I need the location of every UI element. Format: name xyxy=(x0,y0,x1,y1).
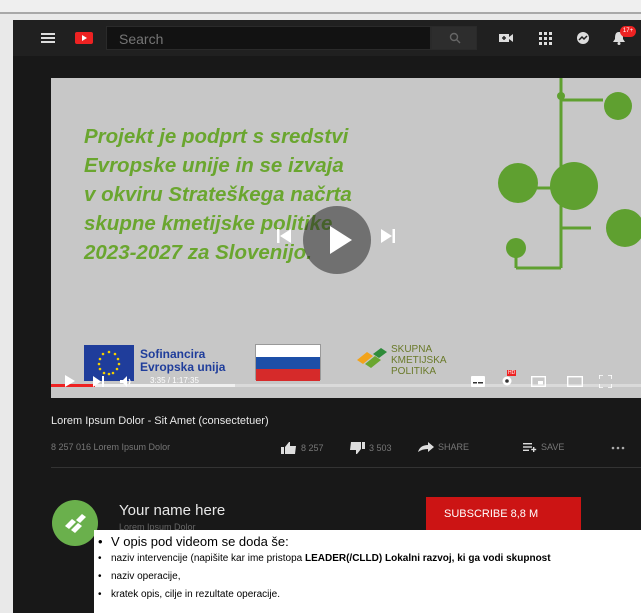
logo-icon[interactable] xyxy=(75,32,93,44)
video-app: 17+ Projekt je podprt s sredstvi Evropsk… xyxy=(13,20,641,613)
notification-badge: 17+ xyxy=(620,26,636,37)
channel-avatar[interactable] xyxy=(52,500,98,546)
settings-button[interactable]: HD xyxy=(500,370,517,392)
notes-item-bold: LEADER(/CLLD) Lokalni razvoj, ki ga vodi… xyxy=(304,553,551,564)
subtitles-icon[interactable] xyxy=(471,376,485,387)
theater-mode-icon[interactable] xyxy=(567,376,583,387)
eu-label-line2: Evropska unija xyxy=(140,360,226,374)
skp-logo-icon xyxy=(357,348,387,368)
notes-item: naziv operacije, xyxy=(94,568,641,586)
subscribe-button[interactable]: SUBSCRIBE 8,8 M xyxy=(426,497,581,531)
notes-item: kratek opis, cilje in rezultate operacij… xyxy=(94,586,641,604)
notes-box: V opis pod videom se doda še: naziv inte… xyxy=(94,530,641,613)
hd-badge: HD xyxy=(507,370,517,376)
slovenia-flag-icon xyxy=(255,344,321,381)
progress-bar[interactable] xyxy=(51,384,641,387)
thumbs-down-icon xyxy=(350,442,365,454)
sponsor-logos: Sofinancira Evropska unija SKUPNA KMETIJ… xyxy=(84,344,504,384)
more-icon[interactable] xyxy=(611,446,625,450)
next-icon[interactable] xyxy=(381,228,395,244)
skp-label: SKUPNA KMETIJSKA POLITIKA xyxy=(391,344,447,377)
time-display: 3:35 / 1:17:35 xyxy=(150,376,199,385)
apps-icon[interactable] xyxy=(537,31,553,45)
like-count: 8 257 xyxy=(301,443,324,453)
notes-item: naziv intervencije (napišite kar ime pri… xyxy=(94,550,641,568)
create-video-icon[interactable] xyxy=(498,31,514,45)
previous-icon[interactable] xyxy=(277,228,291,244)
fullscreen-icon[interactable] xyxy=(599,375,612,388)
video-meta: 8 257 016 Lorem Ipsum Dolor 8 257 3 503 … xyxy=(51,440,641,456)
top-header: 17+ xyxy=(13,20,641,56)
save-label: SAVE xyxy=(541,442,565,452)
play-icon[interactable] xyxy=(64,375,76,387)
search-box[interactable] xyxy=(106,26,431,51)
share-button[interactable]: SHARE xyxy=(418,442,469,452)
view-count: 8 257 016 Lorem Ipsum Dolor xyxy=(51,442,171,452)
share-label: SHARE xyxy=(438,442,470,452)
like-button[interactable]: 8 257 xyxy=(281,442,324,454)
slide-line: Evropske unije in se izvaja xyxy=(84,154,344,177)
video-title: Lorem Ipsum Dolor - Sit Amet (consectetu… xyxy=(51,415,269,427)
tree-graphic xyxy=(498,78,641,270)
volume-icon[interactable] xyxy=(120,376,134,387)
gear-icon xyxy=(502,376,512,386)
notes-heading: V opis pod videom se doda še: xyxy=(94,533,641,550)
dislike-button[interactable]: 3 503 xyxy=(349,442,392,454)
slide-line: Projekt je podprt s sredstvi xyxy=(84,125,349,148)
messages-icon[interactable] xyxy=(575,31,591,45)
search-button[interactable] xyxy=(431,26,477,50)
playlist-add-icon xyxy=(523,443,537,452)
channel-name[interactable]: Your name here xyxy=(119,502,225,519)
skp-line2: KMETIJSKA xyxy=(391,355,447,366)
eu-label: Sofinancira Evropska unija xyxy=(140,348,225,374)
top-strip xyxy=(0,0,641,14)
miniplayer-icon[interactable] xyxy=(531,376,546,387)
notes-item-text: naziv intervencije (napišite kar ime pri… xyxy=(111,553,305,564)
search-input[interactable] xyxy=(107,27,430,51)
play-button[interactable] xyxy=(303,206,371,274)
skp-line1: SKUPNA xyxy=(391,344,433,355)
video-player[interactable]: Projekt je podprt s sredstvi Evropske un… xyxy=(51,78,641,398)
thumbs-up-icon xyxy=(281,442,296,454)
dislike-count: 3 503 xyxy=(369,443,392,453)
divider xyxy=(51,467,641,468)
next-small-icon[interactable] xyxy=(93,376,105,387)
menu-icon[interactable] xyxy=(41,33,55,43)
search-icon xyxy=(449,32,461,44)
channel-logo-icon xyxy=(65,514,86,533)
slide-line: v okviru Strateškega načrta xyxy=(84,183,352,206)
save-button[interactable]: SAVE xyxy=(523,442,564,452)
skp-line3: POLITIKA xyxy=(391,366,437,377)
share-icon xyxy=(418,442,434,452)
